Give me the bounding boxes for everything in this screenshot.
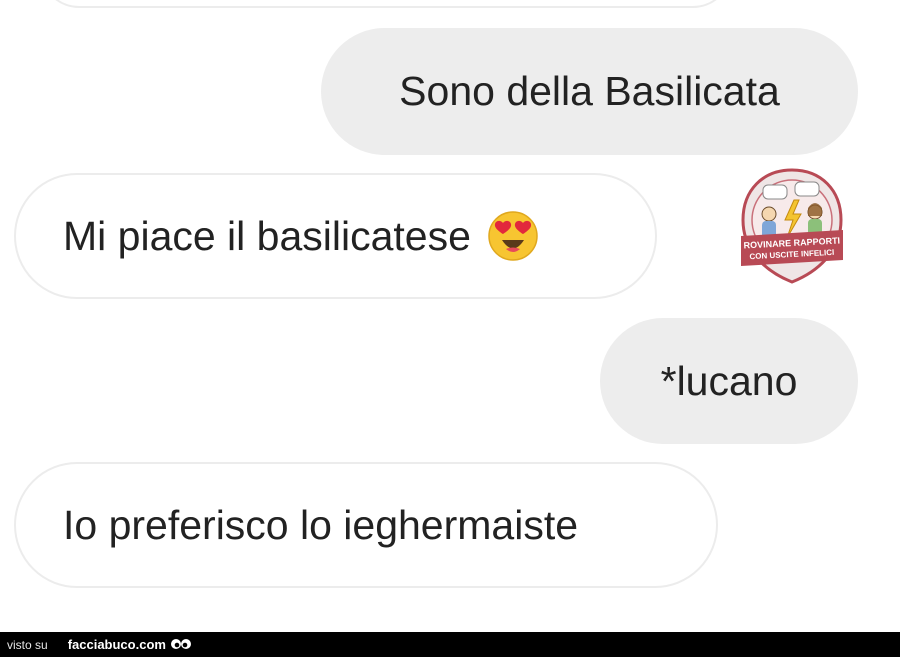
watermark-badge: ROVINARE RAPPORTI CON USCITE INFELICI <box>741 168 843 284</box>
message-bubble-partial <box>40 0 732 8</box>
message-text: Io preferisco lo ieghermaiste <box>63 501 579 548</box>
heart-eyes-emoji-icon <box>488 211 538 261</box>
message-bubble-sent[interactable]: *lucano <box>600 318 858 444</box>
footer-bar: visto su facciabuco.com <box>0 632 900 657</box>
message-text: Mi piace il basilicatese <box>63 212 471 259</box>
eyes-icon <box>170 638 191 649</box>
message-text: Sono della Basilicata <box>399 68 780 114</box>
footer-label: visto su <box>7 637 48 652</box>
message-bubble-received[interactable]: Mi piace il basilicatese <box>14 173 657 299</box>
message-bubble-sent[interactable]: Sono della Basilicata <box>321 28 858 155</box>
message-bubble-received[interactable]: Io preferisco lo ieghermaiste <box>14 462 718 588</box>
message-text: *lucano <box>660 357 798 404</box>
footer-site-link[interactable]: facciabuco.com <box>68 637 166 652</box>
